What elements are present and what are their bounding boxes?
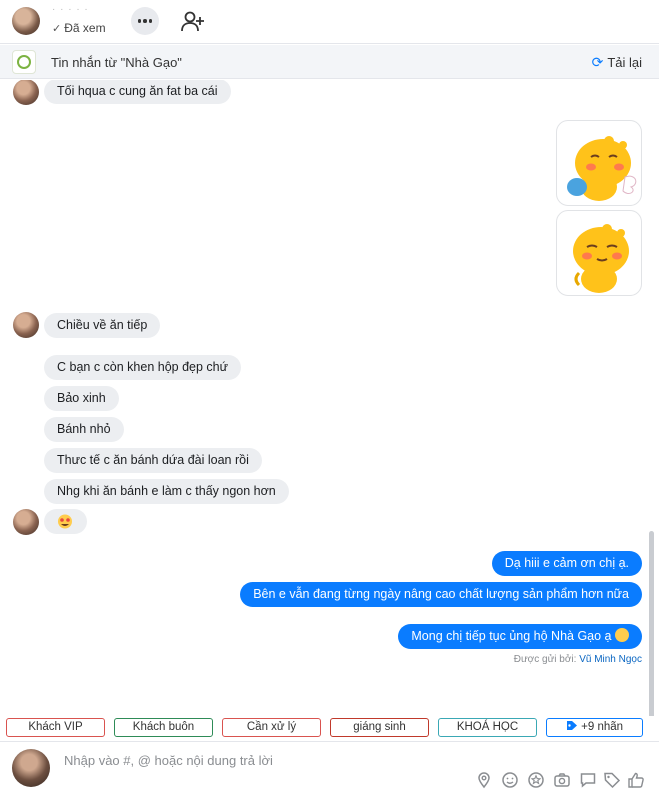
outgoing-message[interactable]: Dạ hiii e cảm ơn chị ạ. [491, 551, 642, 576]
tag-can-xu-ly[interactable]: Cần xử lý [222, 718, 321, 737]
star-badge-icon[interactable] [527, 771, 545, 789]
composer: Nhập vào #, @ hoặc nội dung trả lời [0, 741, 659, 801]
contact-avatar[interactable] [12, 7, 40, 35]
incoming-message[interactable]: Thưc tế c ăn bánh dứa đài loan rồi [44, 448, 262, 473]
star-struck-emoji-icon [58, 514, 72, 529]
contact-name[interactable]: · · · · · [52, 4, 89, 15]
check-icon: ✓ [52, 22, 62, 35]
tag-icon[interactable] [603, 771, 621, 789]
leaf-logo-icon [17, 55, 31, 69]
dot-icon [148, 19, 153, 23]
seen-label: Đã xem [64, 21, 106, 35]
outgoing-message-text: Mong chị tiếp tục ủng hộ Nhà Gạo ạ [411, 629, 612, 643]
reload-button[interactable]: ⟳ Tải lại [592, 54, 642, 71]
label-bar: Khách VIP Khách buôn Cần xử lý giáng sin… [0, 716, 659, 740]
sender-avatar[interactable] [13, 312, 39, 338]
comment-icon[interactable] [579, 771, 597, 789]
sender-avatar[interactable] [13, 509, 39, 535]
tag-giang-sinh[interactable]: giáng sinh [330, 718, 429, 737]
reload-label: Tải lại [607, 55, 642, 70]
scrollbar-thumb[interactable] [649, 531, 654, 716]
reply-input[interactable]: Nhập vào #, @ hoặc nội dung trả lời [64, 753, 273, 768]
page-logo [12, 50, 36, 74]
outgoing-message[interactable]: Bên e vẫn đang từng ngày nâng cao chất l… [240, 582, 642, 607]
sticker-message[interactable] [556, 120, 642, 206]
sticker-dragon-hug [567, 136, 637, 201]
sent-by-prefix: Được gửi bởi: [513, 654, 577, 665]
tag-icon [566, 721, 577, 730]
chat-header: · · · · · ✓ Đã xem [0, 0, 659, 44]
tag-khach-vip[interactable]: Khách VIP [6, 718, 105, 737]
more-tags-button[interactable]: +9 nhãn [546, 718, 643, 737]
incoming-emoji-message[interactable] [44, 509, 87, 534]
smile-emoji-icon [615, 628, 629, 642]
seen-status: ✓ Đã xem [52, 21, 106, 35]
emoji-icon[interactable] [501, 771, 519, 789]
incoming-message[interactable]: C bạn c còn khen hộp đẹp chứ [44, 355, 241, 380]
tag-khoa-hoc[interactable]: KHOÁ HỌC [438, 718, 537, 737]
sticker-dragon-sleepy [573, 224, 629, 293]
page-message-banner: Tin nhắn từ "Nhà Gạo" ⟳ Tải lại [0, 45, 659, 79]
add-user-button[interactable] [179, 8, 207, 36]
location-icon[interactable] [475, 771, 493, 789]
outgoing-message[interactable]: Mong chị tiếp tục ủng hộ Nhà Gạo ạ [398, 624, 642, 649]
sender-avatar[interactable] [13, 80, 39, 105]
incoming-message[interactable]: Tối hqua c cung ăn fat ba cái [44, 80, 231, 104]
camera-icon[interactable] [553, 771, 571, 789]
agent-avatar[interactable] [12, 749, 50, 787]
refresh-icon: ⟳ [591, 54, 604, 70]
incoming-message[interactable]: Bánh nhỏ [44, 417, 124, 442]
incoming-message[interactable]: Nhg khi ăn bánh e làm c thấy ngon hơn [44, 479, 289, 504]
message-list[interactable]: Tối hqua c cung ăn fat ba cái Chiều về ă… [0, 80, 659, 716]
sent-by-info: Được gửi bởi: Vũ Minh Ngọc [514, 654, 642, 665]
incoming-message[interactable]: Bảo xinh [44, 386, 119, 411]
banner-text: Tin nhắn từ "Nhà Gạo" [51, 55, 182, 70]
add-user-icon [181, 11, 204, 32]
dot-icon [137, 19, 142, 23]
more-options-button[interactable] [131, 7, 159, 35]
tag-khach-buon[interactable]: Khách buôn [114, 718, 213, 737]
sticker-message[interactable] [556, 210, 642, 296]
dot-icon [143, 19, 147, 23]
like-icon[interactable] [627, 771, 645, 789]
more-tags-label: +9 nhãn [581, 721, 624, 733]
incoming-message[interactable]: Chiều về ăn tiếp [44, 313, 161, 338]
sent-by-name[interactable]: Vũ Minh Ngọc [579, 654, 642, 665]
